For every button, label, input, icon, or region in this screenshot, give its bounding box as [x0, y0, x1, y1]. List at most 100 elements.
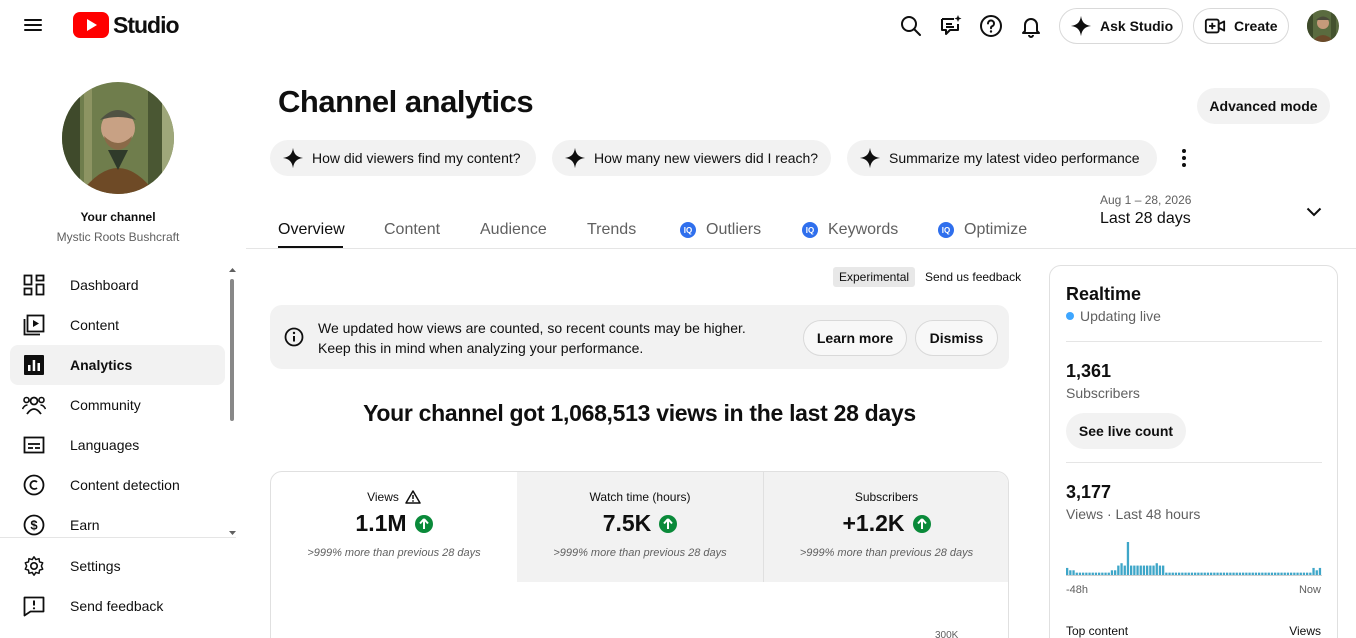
realtime-bar[interactable]: [1254, 572, 1258, 575]
realtime-bar[interactable]: [1139, 565, 1142, 575]
more-vert-icon[interactable]: [1174, 146, 1194, 170]
realtime-bar[interactable]: [1280, 572, 1283, 575]
realtime-bar[interactable]: [1126, 542, 1130, 575]
realtime-bar[interactable]: [1242, 572, 1245, 575]
realtime-bar[interactable]: [1194, 572, 1197, 575]
realtime-bar[interactable]: [1101, 572, 1104, 575]
date-range-picker[interactable]: Aug 1 – 28, 2026 Last 28 days: [1100, 193, 1340, 237]
realtime-bar[interactable]: [1290, 572, 1293, 575]
ideas-chat-icon[interactable]: [939, 14, 963, 38]
realtime-bar[interactable]: [1226, 572, 1229, 575]
tab-content[interactable]: Content: [384, 212, 440, 248]
metric-subscribers[interactable]: Subscribers +1.2K >999% more than previo…: [763, 472, 1008, 582]
search-icon[interactable]: [899, 14, 923, 38]
realtime-bar[interactable]: [1171, 572, 1174, 575]
realtime-bar[interactable]: [1190, 572, 1194, 575]
realtime-bar[interactable]: [1232, 572, 1235, 575]
realtime-bar[interactable]: [1072, 570, 1075, 575]
realtime-bar[interactable]: [1184, 572, 1187, 575]
realtime-bar[interactable]: [1251, 572, 1254, 575]
realtime-bar[interactable]: [1296, 572, 1299, 575]
notifications-bell-icon[interactable]: [1019, 14, 1043, 38]
prompt-chip-new-viewers[interactable]: How many new viewers did I reach?: [552, 140, 831, 176]
sidebar-item-content-detection[interactable]: Content detection: [10, 465, 225, 505]
sidebar-scrollbar[interactable]: [230, 279, 234, 421]
sidebar-item-send-feedback[interactable]: Send feedback: [10, 586, 225, 626]
realtime-bar[interactable]: [1165, 572, 1168, 575]
realtime-bar[interactable]: [1229, 572, 1232, 575]
realtime-bar[interactable]: [1309, 572, 1312, 575]
realtime-bar[interactable]: [1162, 565, 1165, 575]
realtime-bar[interactable]: [1117, 565, 1120, 575]
realtime-bar[interactable]: [1245, 572, 1248, 575]
realtime-bar[interactable]: [1277, 572, 1280, 575]
realtime-bar[interactable]: [1168, 572, 1171, 575]
realtime-bar-chart[interactable]: [1066, 536, 1322, 578]
realtime-bar[interactable]: [1107, 572, 1110, 575]
menu-icon[interactable]: [24, 16, 48, 36]
realtime-bar[interactable]: [1120, 563, 1123, 575]
realtime-bar[interactable]: [1312, 567, 1315, 575]
tab-outliers[interactable]: IQ Outliers: [680, 212, 761, 248]
realtime-bar[interactable]: [1091, 572, 1094, 575]
sidebar-item-earn[interactable]: $ Earn: [10, 505, 225, 545]
studio-logo[interactable]: Studio: [73, 12, 180, 38]
realtime-bar[interactable]: [1286, 572, 1290, 575]
realtime-bar[interactable]: [1238, 572, 1242, 575]
realtime-bar[interactable]: [1318, 567, 1322, 575]
realtime-bar[interactable]: [1133, 565, 1136, 575]
realtime-bar[interactable]: [1299, 572, 1302, 575]
prompt-chip-summarize[interactable]: Summarize my latest video performance: [847, 140, 1157, 176]
realtime-bar[interactable]: [1088, 572, 1091, 575]
dismiss-button[interactable]: Dismiss: [915, 320, 998, 356]
realtime-bar[interactable]: [1293, 572, 1296, 575]
tab-overview[interactable]: Overview: [278, 212, 345, 249]
advanced-mode-button[interactable]: Advanced mode: [1197, 88, 1330, 124]
account-avatar[interactable]: [1307, 10, 1339, 42]
channel-avatar[interactable]: [62, 82, 174, 194]
realtime-bar[interactable]: [1270, 572, 1274, 575]
sidebar-item-content[interactable]: Content: [10, 305, 225, 345]
realtime-bar[interactable]: [1306, 572, 1309, 575]
metric-views[interactable]: Views 1.1M >999% more than previous 28 d…: [271, 472, 517, 582]
realtime-bar[interactable]: [1267, 572, 1270, 575]
realtime-bar[interactable]: [1302, 572, 1306, 575]
realtime-bar[interactable]: [1078, 572, 1082, 575]
realtime-bar[interactable]: [1130, 565, 1133, 575]
ask-studio-button[interactable]: Ask Studio: [1059, 8, 1183, 44]
sidebar-item-dashboard[interactable]: Dashboard: [10, 265, 225, 305]
realtime-bar[interactable]: [1082, 572, 1085, 575]
realtime-bar[interactable]: [1174, 572, 1178, 575]
sidebar-item-languages[interactable]: Languages: [10, 425, 225, 465]
realtime-bar[interactable]: [1200, 572, 1203, 575]
sidebar-item-analytics[interactable]: Analytics: [10, 345, 225, 385]
realtime-bar[interactable]: [1213, 572, 1216, 575]
realtime-bar[interactable]: [1110, 570, 1114, 575]
realtime-bar[interactable]: [1210, 572, 1213, 575]
send-us-feedback-link[interactable]: Send us feedback: [925, 270, 1021, 284]
realtime-bar[interactable]: [1315, 570, 1318, 575]
realtime-bar[interactable]: [1155, 563, 1158, 575]
realtime-bar[interactable]: [1142, 565, 1146, 575]
realtime-bar[interactable]: [1136, 565, 1139, 575]
realtime-bar[interactable]: [1216, 572, 1219, 575]
realtime-bar[interactable]: [1274, 572, 1277, 575]
realtime-bar[interactable]: [1248, 572, 1251, 575]
metric-watch-time[interactable]: Watch time (hours) 7.5K >999% more than …: [517, 472, 763, 582]
realtime-bar[interactable]: [1094, 572, 1098, 575]
scroll-down-arrow-icon[interactable]: [229, 531, 236, 535]
tab-keywords[interactable]: IQ Keywords: [802, 212, 898, 248]
realtime-bar[interactable]: [1066, 567, 1069, 575]
tab-optimize[interactable]: IQ Optimize: [938, 212, 1027, 248]
see-live-count-button[interactable]: See live count: [1066, 413, 1186, 449]
realtime-bar[interactable]: [1203, 572, 1206, 575]
prompt-chip-find-content[interactable]: How did viewers find my content?: [270, 140, 536, 176]
realtime-bar[interactable]: [1075, 572, 1078, 575]
sidebar-item-community[interactable]: Community: [10, 385, 225, 425]
warning-icon[interactable]: [405, 490, 421, 504]
tab-trends[interactable]: Trends: [587, 212, 636, 248]
tab-audience[interactable]: Audience: [480, 212, 547, 248]
create-button[interactable]: Create: [1193, 8, 1289, 44]
realtime-bar[interactable]: [1258, 572, 1261, 575]
realtime-bar[interactable]: [1123, 565, 1126, 575]
